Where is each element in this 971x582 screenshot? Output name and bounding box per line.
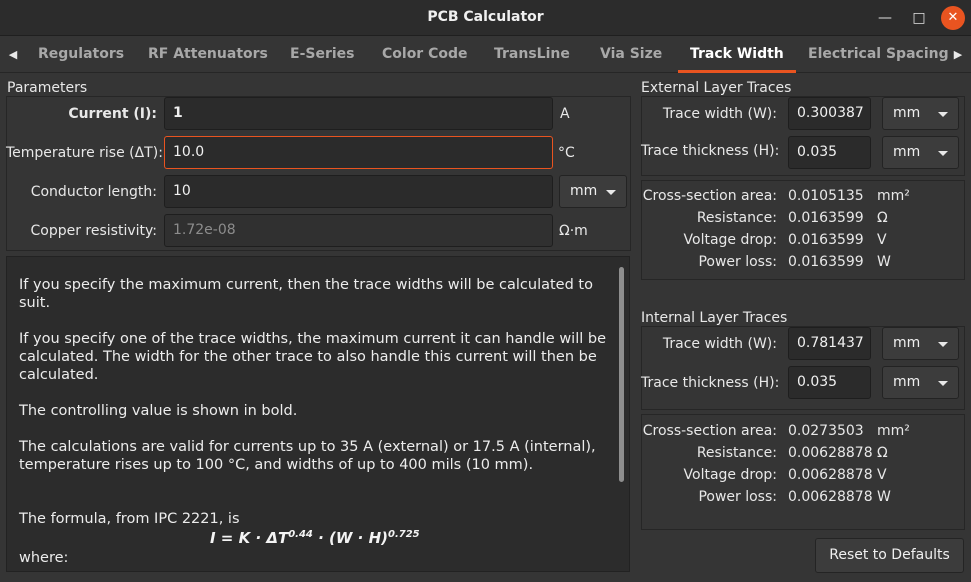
chevron-down-icon bbox=[606, 190, 616, 195]
reset-to-defaults-button[interactable]: Reset to Defaults bbox=[815, 538, 964, 573]
external-thickness-unit-value: mm bbox=[893, 144, 921, 160]
external-thickness-input[interactable]: 0.035 bbox=[788, 136, 871, 169]
internal-thickness-unit-select[interactable]: mm bbox=[882, 366, 959, 399]
help-panel[interactable]: If you specify the maximum current, then… bbox=[6, 256, 630, 572]
external-ploss-value: 0.0163599 bbox=[788, 254, 864, 270]
chevron-down-icon bbox=[938, 342, 948, 347]
internal-vdrop-value: 0.00628878 bbox=[788, 467, 873, 483]
close-icon[interactable]: ✕ bbox=[941, 6, 965, 30]
internal-thickness-input[interactable]: 0.035 bbox=[788, 366, 871, 399]
help-paragraph: The calculations are valid for currents … bbox=[19, 439, 596, 473]
external-vdrop-unit: V bbox=[877, 232, 887, 248]
help-paragraph: The formula, from IPC 2221, is bbox=[19, 511, 240, 527]
internal-area-value: 0.0273503 bbox=[788, 423, 864, 439]
window-title: PCB Calculator bbox=[427, 9, 544, 25]
external-traces-title: External Layer Traces bbox=[641, 80, 792, 96]
copper-resistivity-input[interactable]: 1.72e-08 bbox=[164, 214, 553, 247]
tab-e-series[interactable]: E-Series bbox=[290, 37, 354, 72]
external-vdrop-value: 0.0163599 bbox=[788, 232, 864, 248]
external-vdrop-label: Voltage drop: bbox=[683, 232, 777, 248]
maximize-icon[interactable]: □ bbox=[907, 6, 931, 30]
external-area-unit: mm² bbox=[877, 188, 910, 204]
parameters-title: Parameters bbox=[7, 80, 88, 96]
help-paragraph: The controlling value is shown in bold. bbox=[19, 403, 298, 419]
internal-thickness-label: Trace thickness (H): bbox=[641, 375, 780, 391]
tab-via-size[interactable]: Via Size bbox=[600, 37, 662, 72]
current-input[interactable]: 1 bbox=[164, 97, 553, 130]
internal-thickness-unit-value: mm bbox=[893, 374, 921, 390]
help-scrollbar[interactable] bbox=[619, 267, 624, 482]
tab-transline[interactable]: TransLine bbox=[494, 37, 570, 72]
internal-width-unit-value: mm bbox=[893, 335, 921, 351]
external-resistance-unit: Ω bbox=[877, 210, 888, 226]
external-width-unit-value: mm bbox=[893, 105, 921, 121]
chevron-down-icon bbox=[938, 112, 948, 117]
conductor-length-input[interactable]: 10 bbox=[164, 175, 553, 208]
conductor-length-unit-select[interactable]: mm bbox=[559, 175, 627, 208]
internal-area-label: Cross-section area: bbox=[642, 423, 777, 439]
help-paragraph: If you specify one of the trace widths, … bbox=[19, 331, 606, 383]
bottom-edge bbox=[0, 577, 971, 582]
internal-width-unit-select[interactable]: mm bbox=[882, 327, 959, 360]
external-ploss-unit: W bbox=[877, 254, 891, 270]
internal-ploss-value: 0.00628878 bbox=[788, 489, 873, 505]
help-paragraph: where: bbox=[19, 550, 69, 566]
minimize-icon[interactable]: — bbox=[873, 6, 897, 30]
ipc-formula: I = K · ΔT0.44 · (W · H)0.725 bbox=[210, 529, 420, 547]
external-thickness-unit-select[interactable]: mm bbox=[882, 136, 959, 169]
internal-width-label: Trace width (W): bbox=[662, 336, 777, 352]
internal-traces-title: Internal Layer Traces bbox=[641, 310, 788, 326]
title-bar: PCB Calculator — □ ✕ bbox=[0, 0, 971, 36]
copper-resistivity-unit: Ω·m bbox=[559, 223, 588, 239]
external-width-unit-select[interactable]: mm bbox=[882, 97, 959, 130]
external-resistance-value: 0.0163599 bbox=[788, 210, 864, 226]
internal-width-input[interactable]: 0.781437 bbox=[788, 327, 871, 360]
tab-scroll-right-icon[interactable]: ▶ bbox=[947, 37, 969, 72]
temperature-rise-label: Temperature rise (ΔT): bbox=[6, 145, 163, 161]
tab-bar: ◀ Regulators RF Attenuators E-Series Col… bbox=[0, 37, 971, 73]
internal-resistance-label: Resistance: bbox=[696, 445, 777, 461]
internal-area-unit: mm² bbox=[877, 423, 910, 439]
tab-electrical-spacing[interactable]: Electrical Spacing bbox=[808, 37, 949, 72]
chevron-down-icon bbox=[938, 381, 948, 386]
help-paragraph: If you specify the maximum current, then… bbox=[19, 277, 593, 311]
current-unit: A bbox=[560, 106, 570, 122]
tab-track-width[interactable]: Track Width bbox=[678, 37, 796, 73]
temperature-rise-unit: °C bbox=[558, 145, 575, 161]
external-width-label: Trace width (W): bbox=[662, 106, 777, 122]
external-thickness-label: Trace thickness (H): bbox=[641, 143, 780, 159]
internal-resistance-unit: Ω bbox=[877, 445, 888, 461]
internal-ploss-unit: W bbox=[877, 489, 891, 505]
tab-regulators[interactable]: Regulators bbox=[38, 37, 124, 72]
conductor-length-unit-value: mm bbox=[570, 183, 598, 199]
internal-vdrop-label: Voltage drop: bbox=[683, 467, 777, 483]
internal-resistance-value: 0.00628878 bbox=[788, 445, 873, 461]
external-ploss-label: Power loss: bbox=[698, 254, 777, 270]
tab-scroll-left-icon[interactable]: ◀ bbox=[2, 37, 24, 72]
external-area-value: 0.0105135 bbox=[788, 188, 864, 204]
copper-resistivity-label: Copper resistivity: bbox=[30, 223, 158, 239]
tab-rf-attenuators[interactable]: RF Attenuators bbox=[148, 37, 268, 72]
internal-ploss-label: Power loss: bbox=[698, 489, 777, 505]
current-label: Current (I): bbox=[68, 106, 157, 122]
external-area-label: Cross-section area: bbox=[642, 188, 777, 204]
internal-vdrop-unit: V bbox=[877, 467, 887, 483]
conductor-length-label: Conductor length: bbox=[30, 184, 157, 200]
temperature-rise-input[interactable]: 10.0 bbox=[164, 136, 553, 169]
tab-color-code[interactable]: Color Code bbox=[382, 37, 468, 72]
external-width-input[interactable]: 0.300387 bbox=[788, 97, 871, 130]
external-resistance-label: Resistance: bbox=[696, 210, 777, 226]
chevron-down-icon bbox=[938, 151, 948, 156]
